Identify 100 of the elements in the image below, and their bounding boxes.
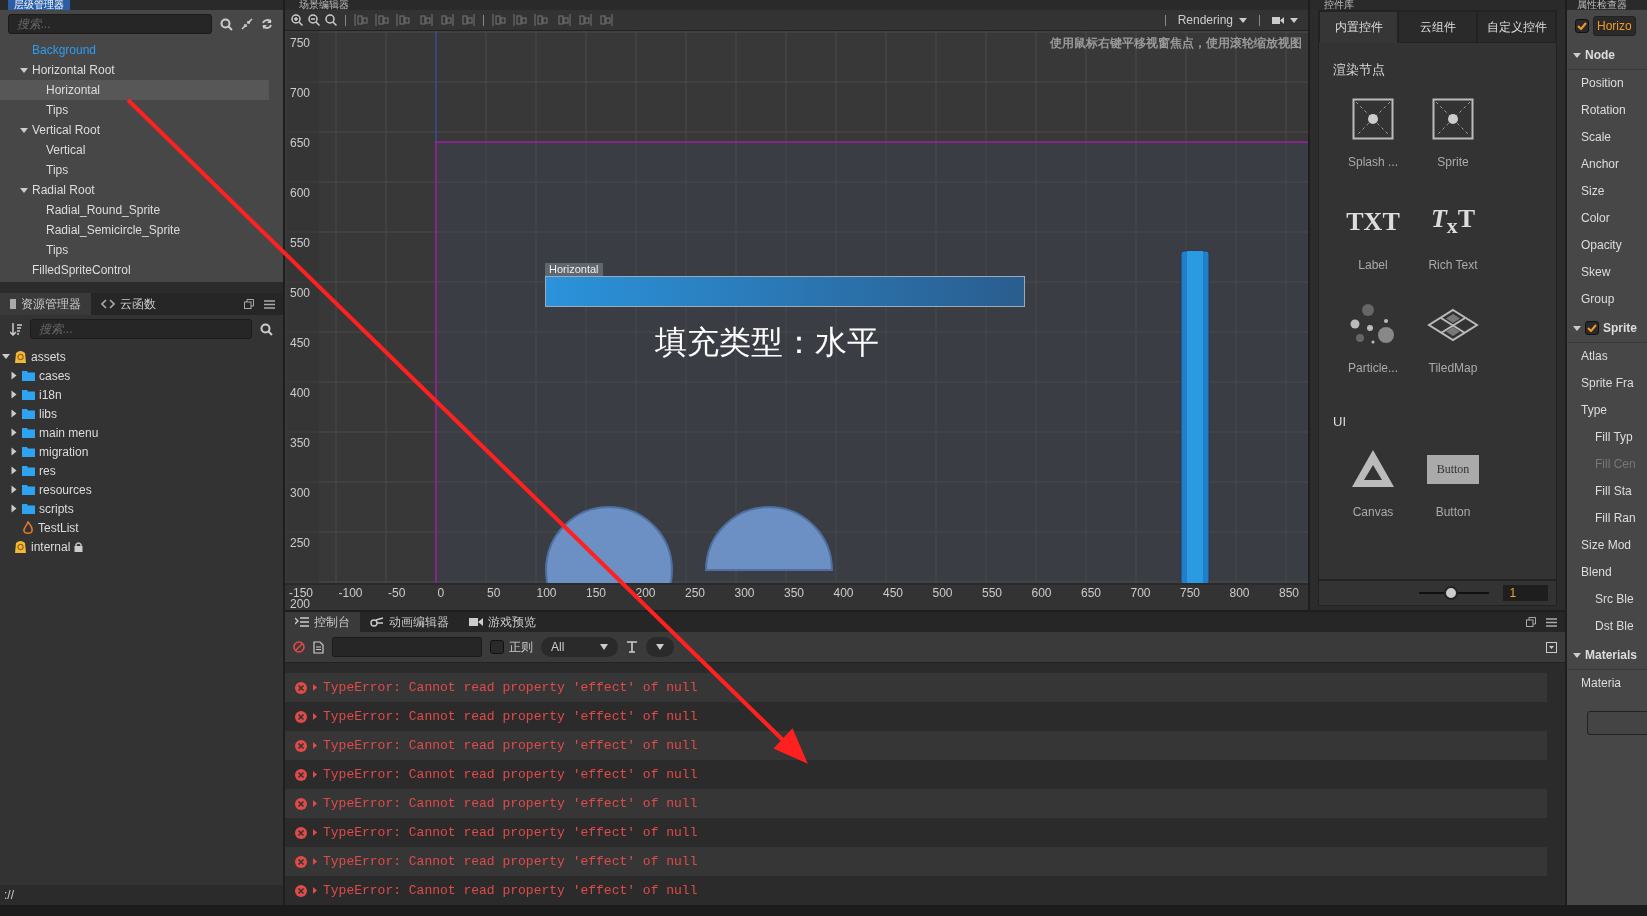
panel-tab[interactable]: 场景编辑器 xyxy=(293,0,355,10)
panel-tab[interactable]: 控件库 xyxy=(1318,0,1360,10)
caret-icon[interactable] xyxy=(11,447,17,456)
widget-label[interactable]: Particle... xyxy=(1348,361,1398,375)
zoom-reset-icon[interactable] xyxy=(325,14,337,26)
console-message[interactable]: TypeError: Cannot read property 'effect' of null xyxy=(285,876,1547,905)
tree-item[interactable]: Radial_Round_Sprite xyxy=(0,200,269,220)
caret-icon[interactable] xyxy=(11,428,17,437)
caret-icon[interactable] xyxy=(20,127,28,133)
tree-item[interactable]: Tips xyxy=(0,240,269,260)
refresh-icon[interactable] xyxy=(261,18,273,30)
section-header[interactable]: Node xyxy=(1567,40,1647,70)
asset-item[interactable]: internal xyxy=(0,537,283,556)
console-message[interactable]: TypeError: Cannot read property 'effect' of null xyxy=(285,702,1547,731)
console-message[interactable]: TypeError: Cannot read property 'effect' of null xyxy=(285,818,1547,847)
widget-label[interactable]: Sprite xyxy=(1437,155,1469,169)
asset-item[interactable]: resources xyxy=(0,480,283,499)
tree-item[interactable]: Tips xyxy=(0,160,269,180)
widget-tab[interactable]: 内置控件 xyxy=(1319,11,1398,43)
ruler-label: 350 xyxy=(290,436,311,450)
restore-icon[interactable] xyxy=(1526,617,1536,627)
clear-icon[interactable] xyxy=(293,641,305,653)
checkbox[interactable] xyxy=(1585,321,1599,335)
widget-label[interactable]: Canvas xyxy=(1352,505,1394,519)
search-field[interactable]: 搜索... xyxy=(8,14,212,34)
sort-icon[interactable] xyxy=(10,322,22,336)
caret-icon[interactable] xyxy=(11,466,17,475)
section-header[interactable]: Materials xyxy=(1567,640,1647,670)
widget-tab[interactable]: 自定义控件 xyxy=(1477,11,1556,43)
widget-label[interactable]: Splash ... xyxy=(1348,155,1398,169)
font-size-icon[interactable] xyxy=(626,641,639,653)
search-field[interactable]: 搜索... xyxy=(30,319,252,339)
checkbox[interactable] xyxy=(490,640,504,654)
asset-item[interactable]: res xyxy=(0,461,283,480)
asset-item[interactable]: TestList xyxy=(0,518,283,537)
asset-item[interactable]: libs xyxy=(0,404,283,423)
panel-tab[interactable]: 层级管理器 xyxy=(8,0,70,10)
slider-thumb[interactable] xyxy=(1443,586,1458,600)
zoom-in-icon[interactable] xyxy=(291,14,303,26)
caret-icon[interactable] xyxy=(11,504,17,513)
caret-icon[interactable] xyxy=(1573,652,1581,658)
asset-item[interactable]: scripts xyxy=(0,499,283,518)
caret-icon[interactable] xyxy=(11,409,17,418)
caret-icon[interactable] xyxy=(20,187,28,193)
asset-item[interactable]: main menu xyxy=(0,423,283,442)
panel-tab[interactable]: 动画编辑器 xyxy=(360,612,459,632)
ruler-label: -100 xyxy=(338,586,363,600)
asset-item[interactable]: migration xyxy=(0,442,283,461)
section-header[interactable]: Sprite xyxy=(1567,313,1647,343)
caret-icon xyxy=(313,742,317,749)
caret-icon[interactable] xyxy=(1573,52,1581,58)
panel-tab[interactable]: 控制台 xyxy=(285,612,360,632)
font-size-dropdown[interactable] xyxy=(646,637,675,657)
search-icon[interactable] xyxy=(260,322,273,336)
ruler-label: 50 xyxy=(487,586,501,600)
panel-tab[interactable]: 资源管理器 xyxy=(0,293,91,315)
tree-item[interactable]: Vertical xyxy=(0,140,269,160)
widget-label[interactable]: Label xyxy=(1358,258,1388,272)
log-level-dropdown[interactable]: All xyxy=(541,637,619,657)
scene-canvas[interactable]: 750 700 650 600 550 500 450 400 350 300 250 200 -150 -100 -50 0 50 100 150 200 250 300 350 400 450 500 550 600 650 700 750 800 850 使用鼠标右键平移视窗焦点，使用滚轮缩放视图 Horizontal 填充类型：水平 xyxy=(285,31,1308,610)
zoom-value-field[interactable]: 1 xyxy=(1503,585,1548,601)
caret-icon[interactable] xyxy=(11,390,17,399)
panel-tab[interactable]: 云函数 xyxy=(91,293,166,315)
asset-item[interactable]: i18n xyxy=(0,385,283,404)
tree-item[interactable]: Radial Root xyxy=(0,180,269,200)
checkbox[interactable] xyxy=(1575,19,1589,33)
video-icon xyxy=(469,617,483,627)
widget-tab[interactable]: 云组件 xyxy=(1398,11,1477,43)
tree-item[interactable]: Vertical Root xyxy=(0,120,269,140)
tree-item[interactable]: Horizontal xyxy=(0,80,269,100)
widget-label[interactable]: Rich Text xyxy=(1428,258,1478,272)
panel-tab[interactable]: 游戏预览 xyxy=(459,612,546,632)
render-mode-dropdown[interactable]: Rendering xyxy=(1173,13,1251,27)
menu-icon[interactable] xyxy=(264,299,275,309)
property-label: Type xyxy=(1580,402,1608,419)
caret-icon[interactable] xyxy=(11,371,17,380)
widget-label[interactable]: Button xyxy=(1435,505,1471,519)
tree-item[interactable]: Radial_Semicircle_Sprite xyxy=(0,220,269,240)
caret-icon[interactable] xyxy=(11,485,17,494)
tree-item[interactable]: FilledSpriteControl xyxy=(0,260,269,280)
caret-icon[interactable] xyxy=(2,354,10,359)
lock-icon xyxy=(74,541,84,552)
zoom-out-icon[interactable] xyxy=(308,14,320,26)
widget-label[interactable]: TiledMap xyxy=(1428,361,1478,375)
asset-item[interactable]: assets xyxy=(0,347,283,366)
tree-item[interactable]: Tips xyxy=(0,100,269,120)
filter-field[interactable] xyxy=(332,637,482,657)
collapse-box-icon[interactable] xyxy=(1546,641,1557,653)
caret-icon[interactable] xyxy=(20,67,28,73)
restore-icon[interactable] xyxy=(244,299,254,309)
tree-item[interactable]: Horizontal Root xyxy=(0,60,269,80)
property-label: Opacity xyxy=(1580,237,1623,254)
node-name-field[interactable]: Horizo xyxy=(1593,16,1636,36)
asset-item[interactable]: cases xyxy=(0,366,283,385)
document-icon[interactable] xyxy=(313,640,324,654)
console-message[interactable]: TypeError: Cannot read property 'effect' of null xyxy=(285,760,1547,789)
menu-icon[interactable] xyxy=(1546,617,1557,627)
property-label: Dst Ble xyxy=(1594,618,1635,635)
search-icon[interactable] xyxy=(220,17,233,31)
collapse-icon[interactable] xyxy=(241,18,253,30)
